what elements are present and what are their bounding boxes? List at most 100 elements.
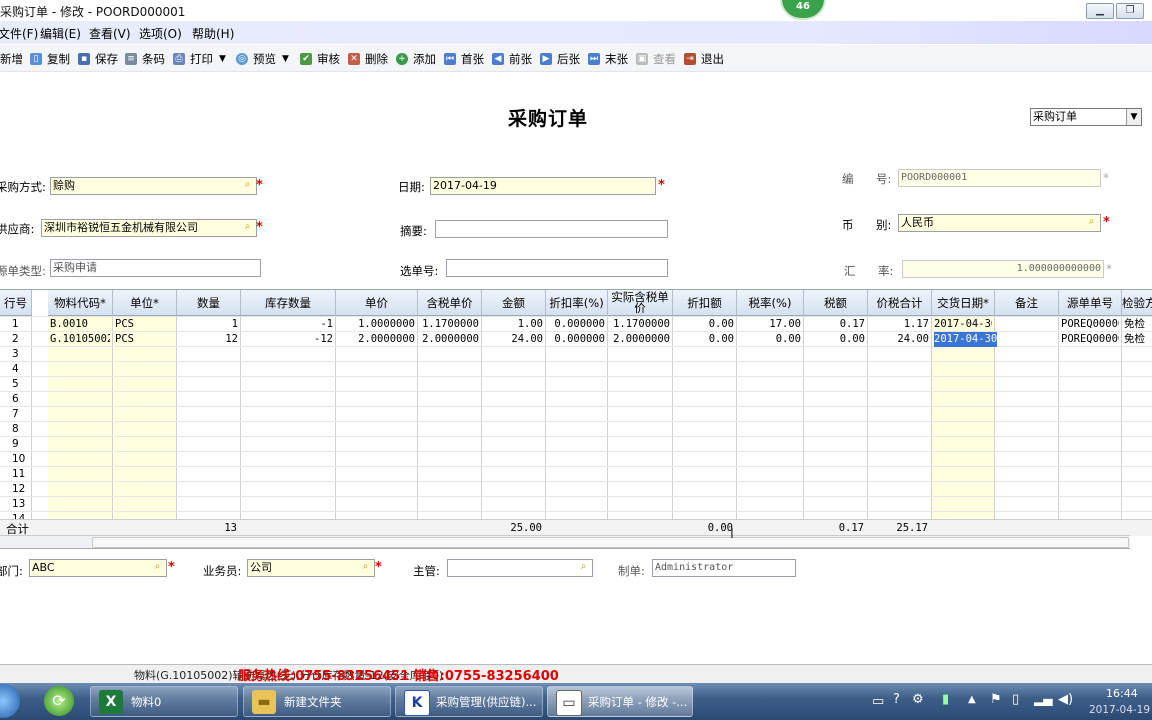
menu-file[interactable]: 文件(F) (0, 25, 38, 42)
cell-tax-rate[interactable]: 17.00 (739, 317, 801, 332)
add-button[interactable]: + 添加 (396, 51, 436, 67)
header-tax-price[interactable]: 含税单价 (418, 290, 482, 316)
cell-quantity[interactable]: 1 (179, 317, 238, 332)
print-button[interactable]: ⎙ 打印 ▼ (173, 51, 226, 67)
lookup-icon[interactable]: ⌕ (1085, 216, 1098, 229)
header-quantity[interactable]: 数量 (177, 290, 241, 316)
lookup-icon[interactable]: ⌕ (359, 561, 372, 574)
last-button[interactable]: ⏭ 末张 (588, 51, 628, 67)
save-button[interactable]: ▪ 保存 (78, 51, 118, 67)
cell-material-code[interactable]: B.0010 (50, 317, 110, 332)
clock-time[interactable]: 16:44 (1106, 687, 1138, 700)
cell-tax-rate[interactable]: 0.00 (739, 332, 801, 347)
flag-icon[interactable]: ⚑ (990, 692, 1002, 707)
header-material-code[interactable]: 物料代码* (48, 290, 113, 316)
number-field[interactable]: POORD000001 (898, 169, 1101, 187)
cell-tax-price[interactable]: 2.0000000 (420, 332, 479, 347)
header-tax[interactable]: 税额 (804, 290, 868, 316)
date-field[interactable]: 2017-04-19 (430, 177, 656, 195)
battery-icon[interactable]: ▮ (942, 692, 949, 707)
clock-date[interactable]: 2017-04-19 (1089, 704, 1150, 716)
cell-discount-rate[interactable]: 0.000000 (548, 332, 605, 347)
delete-button[interactable]: ✕ 删除 (348, 51, 388, 67)
approve-button[interactable]: ✔ 审核 (300, 51, 340, 67)
line-items-grid[interactable]: 行号 物料代码* 单位* 数量 库存数量 单价 含税单价 金额 折扣率(%) 实际含税单价 折扣额税… (0, 289, 1152, 548)
supplier-field[interactable]: 深圳市裕锐恒五金机械有限公司 ⌕ (41, 219, 257, 237)
cell-tax[interactable]: 0.17 (806, 317, 865, 332)
print-dropdown-icon[interactable]: ▼ (219, 54, 226, 64)
browser-icon[interactable]: ⟳ (44, 686, 74, 716)
cell-source-no[interactable]: POREQ000001 (1061, 317, 1119, 332)
cell-amount[interactable]: 1.00 (484, 317, 543, 332)
cell-remark[interactable] (997, 332, 1056, 347)
cell-material-code[interactable]: G.10105002 (50, 332, 110, 347)
exit-button[interactable]: ⇥ 退出 (684, 51, 724, 67)
maker-field[interactable]: Administrator (652, 559, 796, 577)
cell-unit-price[interactable]: 2.0000000 (338, 332, 415, 347)
header-total[interactable]: 价税合计 (868, 290, 932, 316)
cell-total[interactable]: 1.17 (870, 317, 929, 332)
header-delivery-date[interactable]: 交货日期* (932, 290, 995, 316)
menu-view[interactable]: 查看(V) (89, 25, 131, 42)
cell-discount-amount[interactable]: 0.00 (675, 317, 734, 332)
restore-button[interactable]: ❐ (1116, 3, 1144, 19)
settings-icon[interactable]: ⚙ (912, 692, 924, 707)
cell-actual-tax-price[interactable]: 1.1700000 (610, 317, 670, 332)
cell-remark[interactable] (997, 317, 1056, 332)
menu-edit[interactable]: 编辑(E) (40, 25, 81, 42)
dept-field[interactable]: ABC ⌕ (29, 559, 167, 577)
help-icon[interactable]: ? (893, 692, 900, 707)
cell-stock-qty[interactable]: -12 (243, 332, 333, 347)
taskbar-item-purchase-mgmt[interactable]: K 采购管理(供应链)... (395, 686, 543, 717)
header-remark[interactable]: 备注 (995, 290, 1059, 316)
purchase-method-field[interactable]: 赊购 ⌕ (50, 177, 257, 195)
manager-field[interactable]: ⌕ (447, 559, 593, 577)
view-button[interactable]: ▣ 查看 (636, 51, 676, 67)
header-inspection[interactable]: 检验方式 (1122, 290, 1152, 316)
currency-field[interactable]: 人民币 ⌕ (898, 214, 1101, 232)
cell-unit[interactable]: PCS (115, 317, 174, 332)
select-no-field[interactable] (446, 259, 668, 277)
first-button[interactable]: ⏮ 首张 (444, 51, 484, 67)
cell-actual-tax-price[interactable]: 2.0000000 (610, 332, 670, 347)
menu-options[interactable]: 选项(O) (139, 25, 182, 42)
header-discount-amount[interactable]: 折扣额 (673, 290, 737, 316)
cell-discount-amount[interactable]: 0.00 (675, 332, 734, 347)
cell-tax-price[interactable]: 1.1700000 (420, 317, 479, 332)
header-source-no[interactable]: 源单单号 (1059, 290, 1122, 316)
cell-quantity[interactable]: 12 (179, 332, 238, 347)
cell-amount[interactable]: 24.00 (484, 332, 543, 347)
lookup-icon[interactable]: ⌕ (577, 561, 590, 574)
cell-delivery-date[interactable]: 2017-04-30 (934, 317, 992, 332)
header-tax-rate[interactable]: 税率(%) (737, 290, 804, 316)
clerk-field[interactable]: 公司 ⌕ (247, 559, 375, 577)
scrollbar-thumb[interactable] (92, 537, 1129, 548)
lookup-icon[interactable]: ⌕ (151, 561, 164, 574)
minimize-button[interactable]: ▁ (1086, 3, 1114, 19)
prev-button[interactable]: ◀ 前张 (492, 51, 532, 67)
summary-field[interactable] (435, 220, 668, 238)
taskbar-item-material[interactable]: X 物料0 (90, 686, 238, 717)
header-unit-price[interactable]: 单价 (336, 290, 418, 316)
network-icon[interactable]: ▂▄ (1034, 692, 1052, 706)
header-amount[interactable]: 金额 (482, 290, 546, 316)
device-icon[interactable]: ▯ (1012, 692, 1019, 707)
header-row-no[interactable]: 行号 (0, 290, 32, 316)
cell-total[interactable]: 24.00 (870, 332, 929, 347)
cell-unit[interactable]: PCS (115, 332, 174, 347)
cell-discount-rate[interactable]: 0.000000 (548, 317, 605, 332)
header-actual-tax-price[interactable]: 实际含税单价 (608, 290, 673, 316)
cell-stock-qty[interactable]: -1 (243, 317, 333, 332)
barcode-button[interactable]: ≡ 条码 (125, 51, 165, 67)
cell-source-no[interactable]: POREQ000001 (1061, 332, 1119, 347)
preview-button[interactable]: ◎ 预览 ▼ (236, 51, 289, 67)
show-hidden-icons[interactable]: ▲ (968, 694, 976, 705)
cell-tax[interactable]: 0.00 (806, 332, 865, 347)
rate-field[interactable]: 1.000000000000 (902, 260, 1104, 278)
lookup-icon[interactable]: ⌕ (241, 179, 254, 192)
doc-type-select[interactable]: 采购订单 ▼ (1030, 108, 1142, 126)
volume-icon[interactable]: ◀) (1058, 692, 1073, 707)
next-button[interactable]: ▶ 后张 (540, 51, 580, 67)
header-stock-qty[interactable]: 库存数量 (241, 290, 336, 316)
copy-button[interactable]: ▯ 复制 (30, 51, 70, 67)
